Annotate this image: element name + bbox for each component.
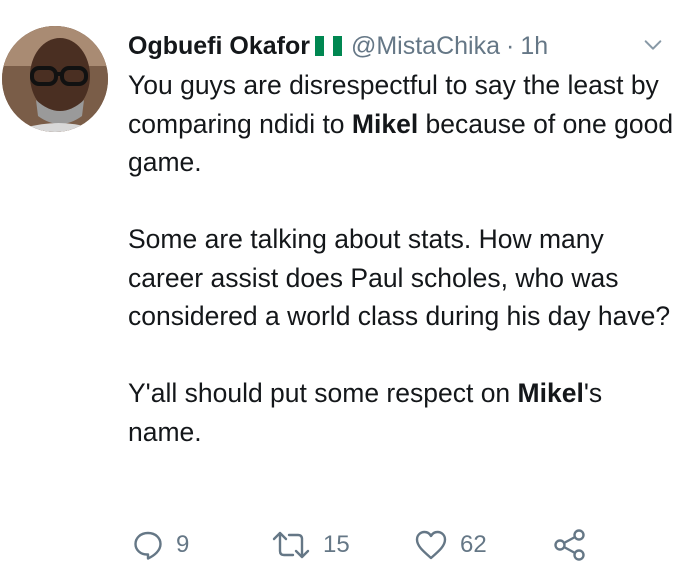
timestamp[interactable]: 1h: [520, 32, 548, 61]
reply-icon: [134, 531, 162, 560]
like-count: 62: [460, 531, 487, 558]
reply-button[interactable]: 9: [132, 526, 189, 564]
heart-icon: [415, 530, 447, 560]
tweet-actions: 9 15 62: [0, 526, 696, 564]
reply-count: 9: [176, 531, 190, 558]
bold-mention: Mikel: [517, 378, 584, 408]
author-handle[interactable]: @MistaChika: [351, 32, 500, 61]
tweet-paragraph: You guys are disrespectful to say the le…: [128, 66, 678, 182]
nigeria-flag-icon: [314, 36, 342, 56]
share-button[interactable]: [553, 526, 587, 564]
text-segment: Y'all should put some respect on: [128, 378, 518, 408]
chevron-down-icon[interactable]: [642, 34, 664, 56]
bold-mention: Mikel: [351, 108, 419, 139]
retweet-icon: [272, 531, 310, 559]
avatar[interactable]: [2, 26, 108, 132]
retweet-count: 15: [323, 531, 350, 558]
author-name[interactable]: Ogbuefi Okafor: [128, 32, 310, 61]
share-icon: [554, 529, 585, 561]
retweet-button[interactable]: 15: [271, 526, 350, 564]
tweet-paragraph: Some are talking about stats. How many c…: [128, 224, 671, 331]
separator: ·: [506, 31, 515, 60]
tweet-header: Ogbuefi Okafor @MistaChika · 1h: [128, 28, 688, 64]
tweet-text: You guys are disrespectful to say the le…: [128, 66, 678, 451]
tweet-paragraph: Y'all should put some respect on Mikel's…: [128, 374, 678, 451]
like-button[interactable]: 62: [414, 526, 487, 564]
